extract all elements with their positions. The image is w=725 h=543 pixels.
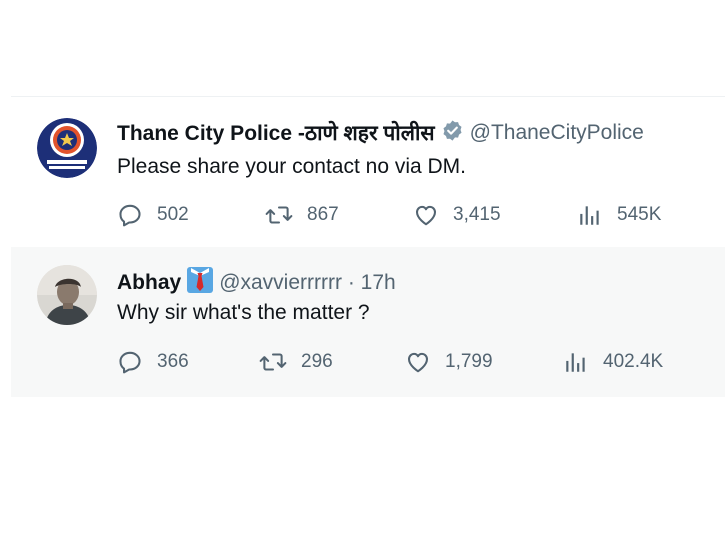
reply-button[interactable]: 366 (117, 349, 189, 375)
tweet-thane-city-police[interactable]: Thane City Police -ठाणे शहर पोलीस @Thane… (11, 96, 725, 248)
views-button[interactable]: 545K (577, 202, 661, 228)
views-count: 402.4K (603, 351, 664, 372)
reply-icon (119, 351, 141, 374)
retweet-button[interactable]: 867 (265, 202, 339, 228)
verified-badge-icon (441, 119, 464, 147)
like-count: 1,799 (445, 351, 493, 372)
retweet-icon (259, 353, 287, 371)
like-button[interactable]: 1,799 (405, 349, 493, 375)
heart-icon (415, 205, 437, 226)
display-name[interactable]: Thane City Police -ठाणे शहर पोलीस (117, 119, 435, 147)
handle-and-time[interactable]: @xavvierrrrrr · 17h (219, 271, 396, 295)
reply-icon (119, 204, 141, 227)
display-name[interactable]: Abhay (117, 271, 181, 295)
reply-count: 502 (157, 204, 189, 225)
tweet-actions: 502 867 3,415 545K (117, 202, 707, 236)
reply-button[interactable]: 502 (117, 202, 189, 228)
views-count: 545K (617, 204, 662, 225)
views-button[interactable]: 402.4K (563, 349, 663, 375)
retweet-count: 296 (301, 351, 333, 372)
retweet-count: 867 (307, 204, 339, 225)
necktie-emoji-icon (187, 267, 214, 298)
like-count: 3,415 (453, 204, 501, 225)
views-icon (566, 353, 585, 372)
tweet-text: Why sir what's the matter ? (117, 301, 370, 324)
like-button[interactable]: 3,415 (413, 202, 501, 228)
views-icon (580, 206, 599, 225)
tweet-text: Please share your contact no via DM. (117, 155, 467, 178)
tweet-header: Thane City Police -ठाणे शहर पोलीस @Thane… (117, 119, 644, 147)
handle[interactable]: @ThaneCityPolice (470, 121, 644, 145)
avatar[interactable] (37, 265, 97, 325)
retweet-icon (265, 206, 293, 224)
avatar[interactable] (37, 118, 97, 178)
user-photo-icon (37, 265, 97, 325)
tweet-actions: 366 296 1,799 402.4K (117, 349, 707, 383)
heart-icon (407, 352, 429, 373)
retweet-button[interactable]: 296 (259, 349, 333, 375)
tweet-header: Abhay @xavvierrrrrr · 17h (117, 267, 396, 298)
reply-count: 366 (157, 351, 189, 372)
tweet-abhay[interactable]: Abhay @xavvierrrrrr · 17h Why sir what's… (11, 247, 725, 397)
police-badge-logo-icon (37, 118, 97, 178)
